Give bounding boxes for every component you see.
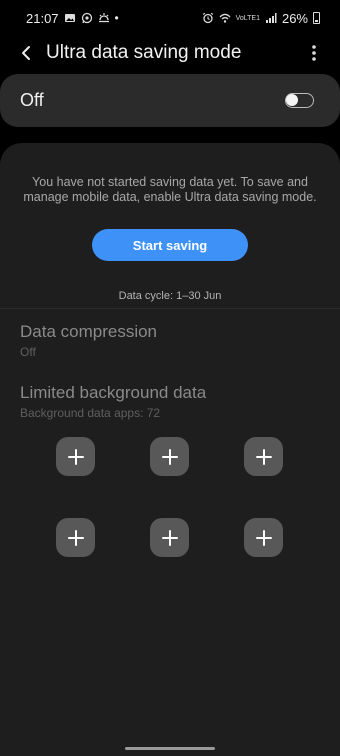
data-compression-setting[interactable]: Data compression Off [20,322,320,359]
battery-percent: 26% [281,10,308,26]
start-saving-button[interactable]: Start saving [92,229,248,261]
add-app-button[interactable] [150,437,189,476]
limited-background-data-setting[interactable]: Limited background data Background data … [20,383,320,420]
app-header: Ultra data saving mode [0,36,340,70]
plus-icon [255,529,272,546]
setting-title: Limited background data [20,383,207,402]
more-vertical-icon [312,45,316,61]
status-bar: 21:07 • VoLTE1 26% [0,0,340,36]
more-options-button[interactable] [302,40,326,66]
master-switch-label: Off [20,90,44,110]
wifi-icon [219,12,231,24]
intro-text: You have not started saving data yet. To… [23,175,317,204]
back-button[interactable] [10,37,42,69]
plus-icon [161,448,178,465]
add-app-button[interactable] [150,518,189,557]
back-arrow-icon [22,46,30,60]
page-title: Ultra data saving mode [46,42,242,63]
toggle-knob [286,94,298,106]
weather-icon [98,12,110,24]
notification-dot-icon: • [114,11,119,25]
battery-icon [313,12,320,24]
plus-icon [161,529,178,546]
signal-icon [265,12,277,24]
whatsapp-icon [81,12,93,24]
plus-icon [255,448,272,465]
add-app-button[interactable] [244,437,283,476]
status-time: 21:07 [26,10,59,26]
gallery-icon [64,12,76,24]
plus-icon [67,448,84,465]
divider [0,308,340,309]
add-app-button[interactable] [56,518,95,557]
master-switch-row[interactable]: Off [0,74,340,127]
plus-icon [67,529,84,546]
status-right: VoLTE1 26% [202,11,320,26]
volte-icon: VoLTE1 [235,14,260,22]
add-app-button[interactable] [56,437,95,476]
add-app-button[interactable] [244,518,283,557]
main-card: You have not started saving data yet. To… [0,143,340,756]
setting-subtitle: Off [20,345,36,359]
alarm-icon [202,12,214,24]
master-toggle-switch[interactable] [285,93,314,108]
data-cycle-text: Data cycle: 1–30 Jun [118,290,222,302]
navigation-handle[interactable] [125,747,215,750]
setting-subtitle: Background data apps: 72 [20,406,161,420]
status-left: 21:07 • [26,11,119,26]
setting-title: Data compression [20,322,158,341]
